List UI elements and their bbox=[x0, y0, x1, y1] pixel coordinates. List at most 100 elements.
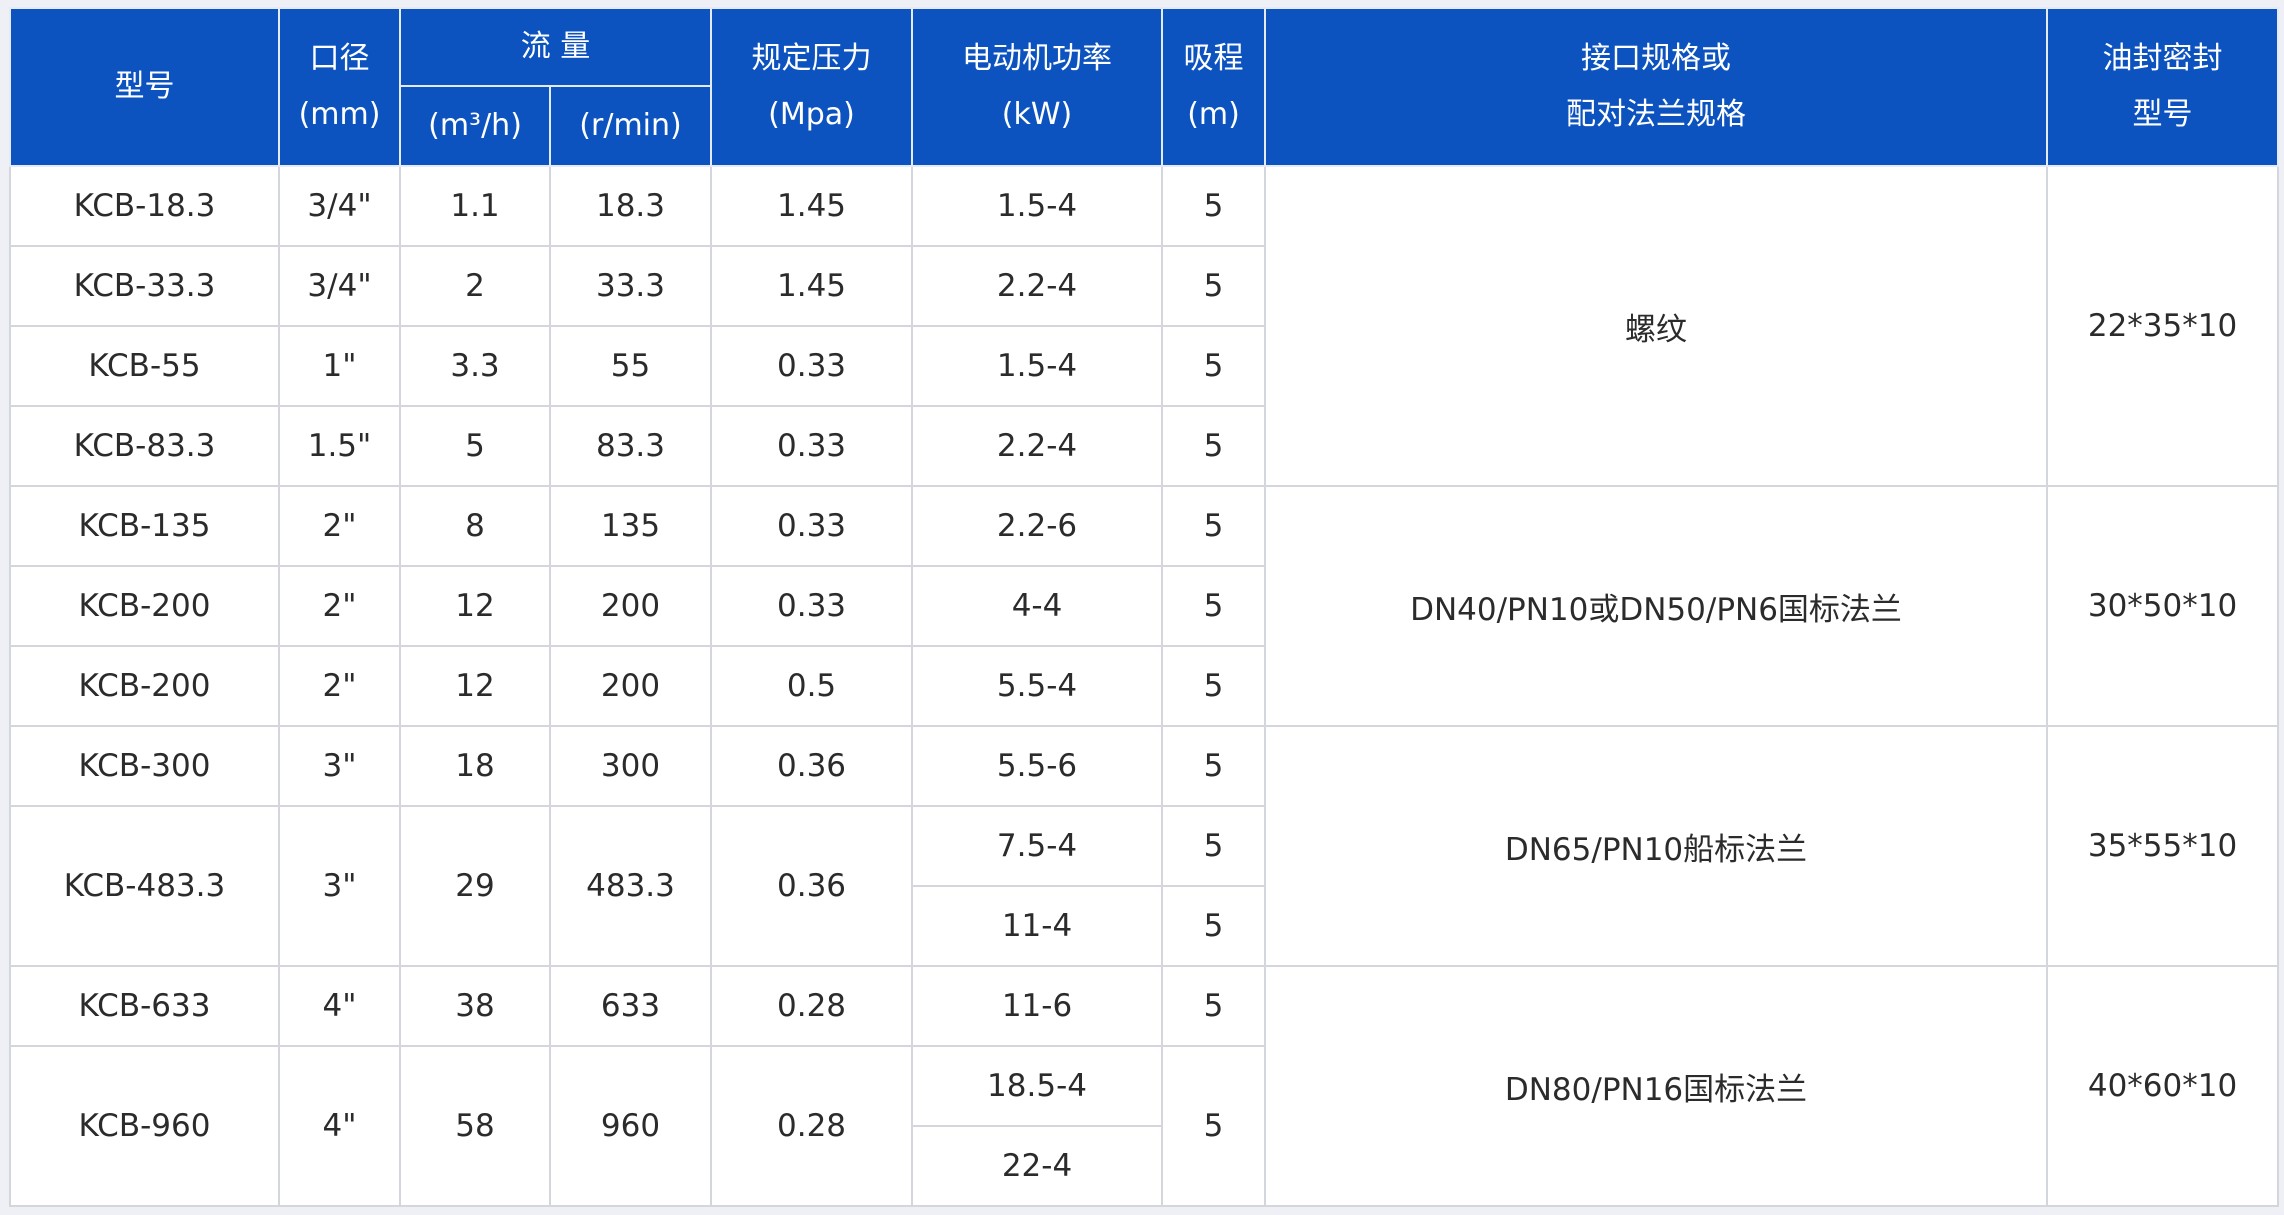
table-row: KCB-300 3" 18 300 0.36 5.5-6 5 DN65/PN10… bbox=[9, 725, 2280, 967]
header-model: 型号 bbox=[9, 7, 280, 167]
cell-pressure: 0.28 bbox=[710, 1045, 914, 1207]
cell-suction: 5 bbox=[1161, 645, 1267, 727]
cell-bore: 3/4" bbox=[278, 165, 401, 247]
cell-bore: 4" bbox=[278, 965, 401, 1047]
cell-flow-m3h: 8 bbox=[399, 485, 551, 567]
cell-model: KCB-18.3 bbox=[9, 165, 280, 247]
cell-flow-m3h: 29 bbox=[399, 805, 551, 967]
cell-power: 2.2-6 bbox=[911, 485, 1164, 567]
header-flow: 流 量 bbox=[398, 7, 713, 87]
cell-flow-rmin: 18.3 bbox=[548, 165, 713, 247]
cell-interface: DN65/PN10船标法兰 bbox=[1264, 725, 2049, 967]
cell-suction: 5 bbox=[1161, 405, 1267, 487]
cell-model: KCB-300 bbox=[9, 725, 280, 807]
header-flow-m3h: (m³/h) bbox=[399, 85, 551, 167]
cell-pressure: 0.5 bbox=[710, 645, 914, 727]
cell-power: 4-4 bbox=[911, 565, 1164, 647]
cell-flow-rmin: 135 bbox=[548, 485, 713, 567]
cell-bore: 3" bbox=[278, 725, 401, 807]
cell-power: 2.2-4 bbox=[911, 245, 1164, 327]
cell-bore: 2" bbox=[278, 485, 401, 567]
cell-suction: 5 bbox=[1161, 885, 1267, 967]
cell-power: 22-4 bbox=[911, 1125, 1164, 1207]
cell-flow-m3h: 18 bbox=[399, 725, 551, 807]
table-row: KCB-18.3 3/4" 1.1 18.3 1.45 1.5-4 5 螺纹 2… bbox=[9, 165, 2280, 487]
cell-power: 2.2-4 bbox=[911, 405, 1164, 487]
cell-flow-rmin: 200 bbox=[548, 565, 713, 647]
cell-pressure: 0.36 bbox=[710, 725, 914, 807]
cell-bore: 4" bbox=[278, 1045, 401, 1207]
cell-flow-m3h: 58 bbox=[399, 1045, 551, 1207]
cell-pressure: 0.28 bbox=[710, 965, 914, 1047]
cell-pressure: 0.33 bbox=[710, 405, 914, 487]
cell-interface: DN80/PN16国标法兰 bbox=[1264, 965, 2049, 1207]
cell-flow-m3h: 3.3 bbox=[399, 325, 551, 407]
cell-suction: 5 bbox=[1161, 965, 1267, 1047]
cell-bore: 1" bbox=[278, 325, 401, 407]
cell-interface: DN40/PN10或DN50/PN6国标法兰 bbox=[1264, 485, 2049, 727]
cell-bore: 2" bbox=[278, 645, 401, 727]
cell-bore: 2" bbox=[278, 565, 401, 647]
cell-flow-rmin: 483.3 bbox=[548, 805, 713, 967]
cell-suction: 5 bbox=[1161, 565, 1267, 647]
cell-flow-m3h: 38 bbox=[399, 965, 551, 1047]
cell-power: 18.5-4 bbox=[911, 1045, 1164, 1127]
cell-power: 5.5-6 bbox=[911, 725, 1164, 807]
cell-flow-m3h: 12 bbox=[399, 645, 551, 727]
cell-suction: 5 bbox=[1161, 245, 1267, 327]
cell-model: KCB-33.3 bbox=[9, 245, 280, 327]
cell-suction: 5 bbox=[1161, 325, 1267, 407]
cell-model: KCB-83.3 bbox=[9, 405, 280, 487]
cell-flow-m3h: 2 bbox=[399, 245, 551, 327]
cell-power: 5.5-4 bbox=[911, 645, 1164, 727]
cell-suction: 5 bbox=[1161, 805, 1267, 887]
header-suction: 吸程 (m) bbox=[1161, 7, 1267, 167]
cell-seal: 40*60*10 bbox=[2046, 965, 2280, 1207]
header-flow-rmin: (r/min) bbox=[548, 85, 713, 167]
cell-flow-rmin: 33.3 bbox=[548, 245, 713, 327]
cell-model: KCB-135 bbox=[9, 485, 280, 567]
cell-model: KCB-200 bbox=[9, 565, 280, 647]
cell-pressure: 1.45 bbox=[710, 245, 914, 327]
header-power: 电动机功率 (kW) bbox=[911, 7, 1164, 167]
cell-power: 11-4 bbox=[911, 885, 1164, 967]
cell-bore: 3/4" bbox=[278, 245, 401, 327]
cell-suction: 5 bbox=[1161, 1045, 1267, 1207]
cell-seal: 22*35*10 bbox=[2046, 165, 2280, 487]
header-bore: 口径 (mm) bbox=[278, 7, 401, 167]
cell-flow-m3h: 5 bbox=[399, 405, 551, 487]
cell-power: 7.5-4 bbox=[911, 805, 1164, 887]
cell-pressure: 0.33 bbox=[710, 565, 914, 647]
cell-pressure: 1.45 bbox=[710, 165, 914, 247]
cell-pressure: 0.33 bbox=[710, 485, 914, 567]
cell-suction: 5 bbox=[1161, 165, 1267, 247]
cell-model: KCB-633 bbox=[9, 965, 280, 1047]
cell-power: 11-6 bbox=[911, 965, 1164, 1047]
header-seal: 油封密封 型号 bbox=[2046, 7, 2280, 167]
cell-flow-m3h: 1.1 bbox=[399, 165, 551, 247]
table-row: KCB-135 2" 8 135 0.33 2.2-6 5 DN40/PN10或… bbox=[9, 485, 2280, 727]
cell-flow-m3h: 12 bbox=[399, 565, 551, 647]
cell-suction: 5 bbox=[1161, 725, 1267, 807]
cell-flow-rmin: 633 bbox=[548, 965, 713, 1047]
header-row: 型号 口径 (mm) 流 量 规定压力 (Mpa) 电动机功率 (kW) 吸程 (m) … bbox=[9, 7, 2280, 167]
cell-power: 1.5-4 bbox=[911, 165, 1164, 247]
cell-bore: 1.5" bbox=[278, 405, 401, 487]
header-interface: 接口规格或 配对法兰规格 bbox=[1264, 7, 2049, 167]
cell-flow-rmin: 960 bbox=[548, 1045, 713, 1207]
header-pressure: 规定压力 (Mpa) bbox=[710, 7, 914, 167]
cell-flow-rmin: 55 bbox=[548, 325, 713, 407]
cell-flow-rmin: 83.3 bbox=[548, 405, 713, 487]
cell-model: KCB-483.3 bbox=[9, 805, 280, 967]
cell-flow-rmin: 300 bbox=[548, 725, 713, 807]
cell-power: 1.5-4 bbox=[911, 325, 1164, 407]
cell-pressure: 0.33 bbox=[710, 325, 914, 407]
cell-model: KCB-55 bbox=[9, 325, 280, 407]
cell-seal: 30*50*10 bbox=[2046, 485, 2280, 727]
cell-flow-rmin: 200 bbox=[548, 645, 713, 727]
cell-model: KCB-960 bbox=[9, 1045, 280, 1207]
cell-seal: 35*55*10 bbox=[2046, 725, 2280, 967]
table-row: KCB-633 4" 38 633 0.28 11-6 5 DN80/PN16国… bbox=[9, 965, 2280, 1207]
cell-pressure: 0.36 bbox=[710, 805, 914, 967]
cell-bore: 3" bbox=[278, 805, 401, 967]
